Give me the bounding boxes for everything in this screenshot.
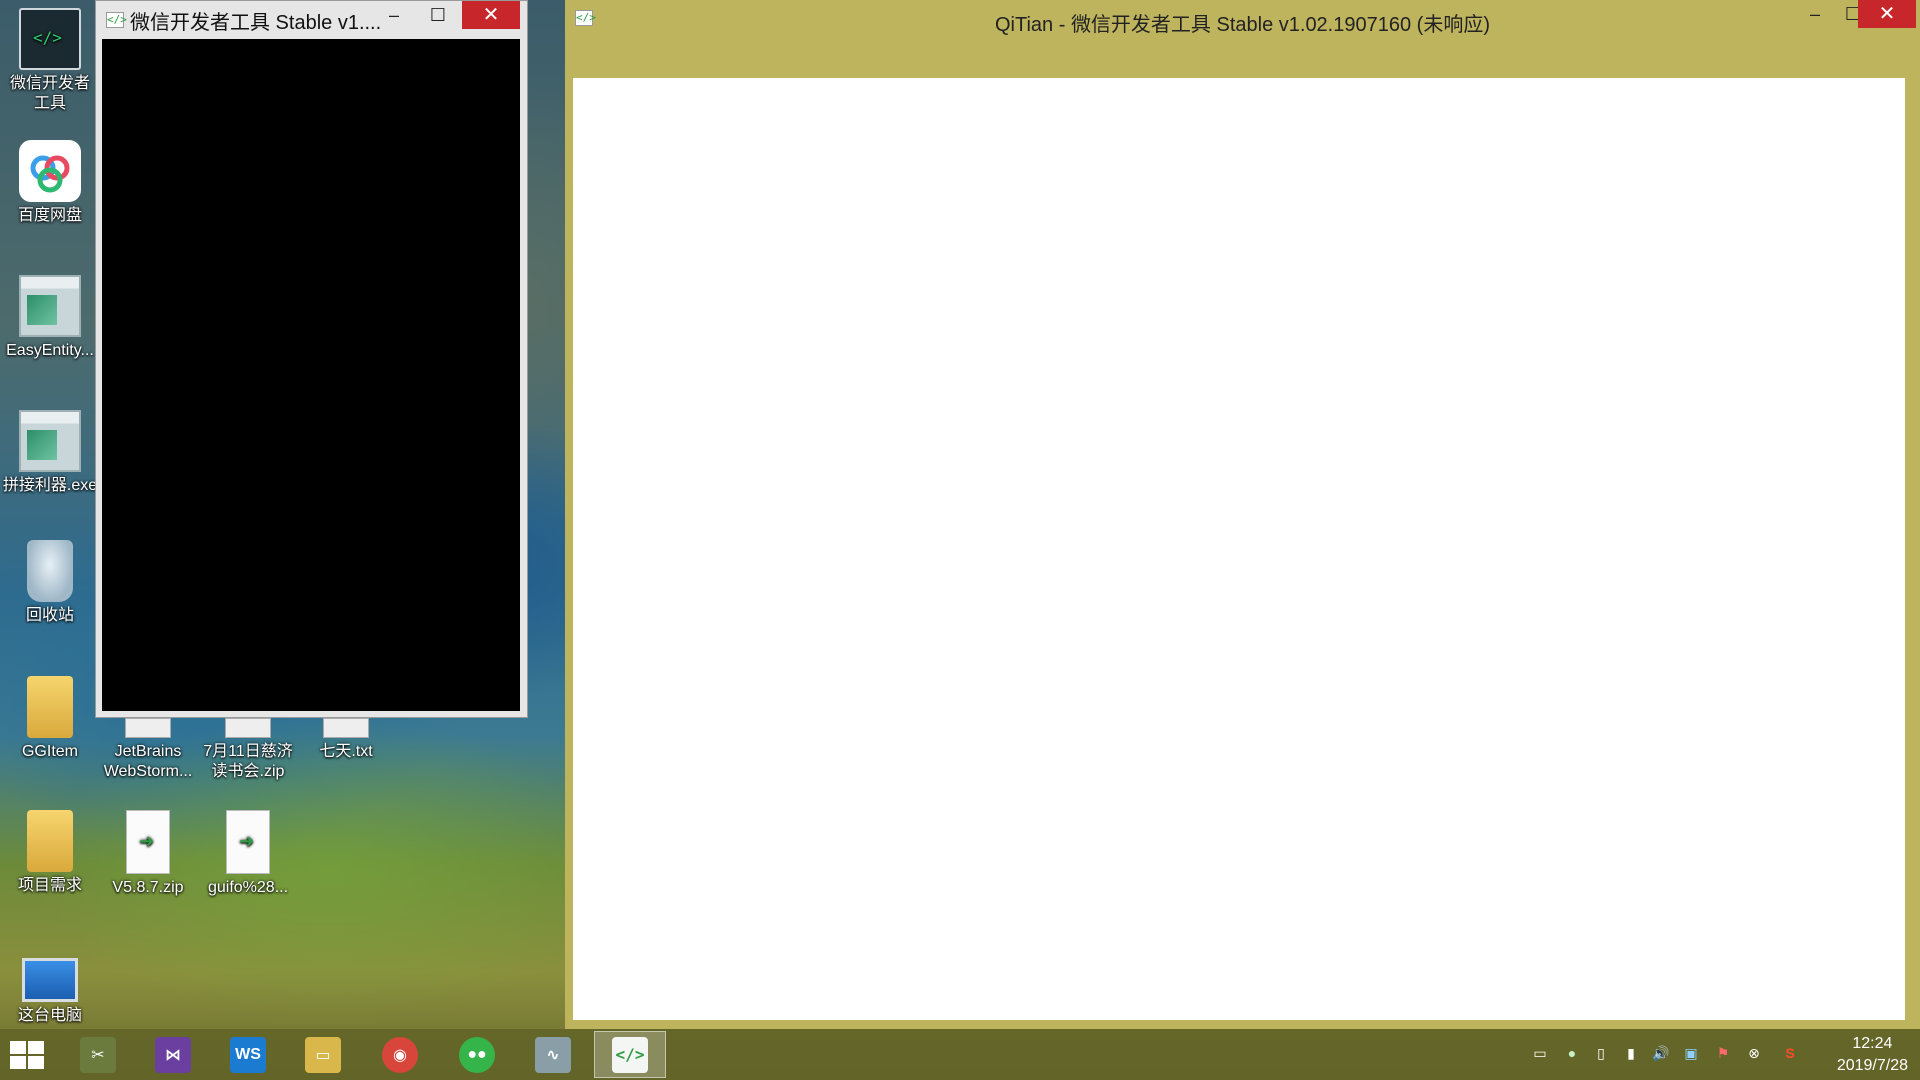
chrome-icon: ◉ [382,1036,418,1073]
window-title: 微信开发者工具 Stable v1.... [130,11,382,34]
tray-network-icon[interactable]: ▮ [1621,1043,1641,1063]
visual-studio-icon: ⋈ [155,1036,191,1073]
minimize-button[interactable]: – [372,1,416,29]
taskbar-wechat[interactable]: ●● [441,1031,513,1078]
taskbar-chrome[interactable]: ◉ [364,1031,436,1078]
window-title: QiTian - 微信开发者工具 Stable v1.02.1907160 (未… [995,14,1490,36]
tools-icon: ✂ [80,1036,116,1073]
desktop-icon-guifo[interactable]: guifo%28... [198,810,298,898]
desktop-icon-baidu-netdisk[interactable]: 百度网盘 [0,140,100,226]
application-icon [19,410,81,472]
desktop-icon-xiangmu[interactable]: 项目需求 [0,810,100,896]
window-content-black [102,39,520,711]
window-titlebar[interactable]: </> QiTian - 微信开发者工具 Stable v1.02.190716… [565,0,1920,40]
close-button[interactable]: ✕ [462,1,520,29]
maximize-button[interactable]: ☐ [416,1,460,29]
tray-action-center-icon[interactable]: ⚑ [1713,1043,1733,1063]
folder-icon [27,676,73,738]
wechat-devtools-icon: </> [612,1036,648,1073]
desktop: 微信开发者 工具 百度网盘 EasyEntity... 拼接利器.exe 回收站… [0,0,1920,1080]
start-windows-logo-part [28,1056,44,1069]
tray-volume-icon[interactable]: 🔊 [1651,1043,1671,1063]
zip-file-icon [225,718,271,738]
desktop-icon-wechat-devtools[interactable]: 微信开发者 工具 [0,8,100,114]
this-pc-icon [22,958,78,1002]
zip-file-icon [126,810,170,874]
window-content-blank [573,78,1905,1020]
desktop-icon-recycle-bin[interactable]: 回收站 [0,540,100,626]
desktop-icon-label: 回收站 [25,607,74,624]
monitor-icon: ∿ [535,1036,571,1073]
clock-date: 2019/7/28 [1836,1057,1908,1074]
desktop-icon-this-pc[interactable]: 这台电脑 [0,944,100,1026]
webstorm-icon: WS [230,1036,266,1073]
folder-icon [27,810,73,872]
desktop-icon-label: guifo%28... [207,879,289,896]
zip-file-icon [226,810,270,874]
start-windows-logo-part [28,1041,44,1054]
desktop-icon-label: 项目需求 [17,877,82,894]
taskbar-file-explorer[interactable]: ▭ [287,1031,359,1078]
desktop-icon-label: EasyEntity... [6,342,94,359]
application-icon [19,275,81,337]
start-windows-logo-part [10,1056,26,1069]
file-explorer-icon: ▭ [305,1036,341,1073]
tray-desktop-icon[interactable]: ▭ [1530,1043,1550,1063]
desktop-icon-easyentity[interactable]: EasyEntity... [0,275,100,361]
wechat-devtools-icon [19,8,81,70]
close-button[interactable]: ✕ [1858,0,1916,28]
clock-time: 12:24 [1852,1035,1893,1052]
desktop-icon-label: 拼接利器.exe [2,477,98,494]
wechat-icon: ●● [459,1036,495,1073]
baidu-netdisk-icon [19,140,81,202]
desktop-icon-label: JetBrains WebStorm... [103,743,193,780]
taskbar-webstorm[interactable]: WS [212,1031,284,1078]
tray-close-icon[interactable]: ⊗ [1744,1043,1764,1063]
text-file-icon [323,718,369,738]
taskbar-clock[interactable]: 12:24 2019/7/28 [1837,1033,1908,1077]
taskbar-wechat-devtools[interactable]: </> [594,1031,666,1078]
desktop-icon-pinjie[interactable]: 拼接利器.exe [0,410,100,496]
tray-sogou-icon[interactable]: S [1780,1043,1800,1063]
desktop-icon-label: 7月11日慈济 读书会.zip [203,743,293,780]
desktop-icon-label: 这台电脑 [17,1007,82,1024]
desktop-icon-label: 七天.txt [319,743,373,760]
taskbar-monitor[interactable]: ∿ [517,1031,589,1078]
devtools-small-window[interactable]: </> 微信开发者工具 Stable v1.... – ☐ ✕ [95,0,528,718]
desktop-icon-v587-zip[interactable]: V5.8.7.zip [98,810,198,898]
desktop-icon-label: 百度网盘 [17,207,82,224]
tray-battery-icon[interactable]: ▯ [1591,1043,1611,1063]
taskbar-tools[interactable]: ✂ [62,1031,134,1078]
desktop-icon-label: GGItem [21,743,78,760]
recycle-bin-icon [27,540,73,602]
tray-input-method-icon[interactable]: ▣ [1681,1043,1701,1063]
tray-wechat-icon[interactable]: ● [1562,1043,1582,1063]
start-button[interactable] [10,1041,46,1071]
desktop-icon-label: V5.8.7.zip [112,879,184,896]
window-titlebar[interactable]: </> 微信开发者工具 Stable v1.... – ☐ ✕ [96,1,527,39]
taskbar-visual-studio[interactable]: ⋈ [137,1031,209,1078]
app-icon: </> [106,12,127,28]
devtools-main-window[interactable]: </> QiTian - 微信开发者工具 Stable v1.02.190716… [565,0,1920,1029]
webstorm-shortcut-icon [125,718,171,738]
desktop-icon-label: 微信开发者 工具 [9,75,90,112]
taskbar: ✂ ⋈ WS ▭ ◉ ●● ∿ </> ▭ ● ▯ ▮ 🔊 ▣ ⚑ ⊗ S 12… [0,1029,1920,1080]
desktop-icon-ggitem[interactable]: GGItem [0,676,100,762]
start-windows-logo-part [10,1041,26,1054]
